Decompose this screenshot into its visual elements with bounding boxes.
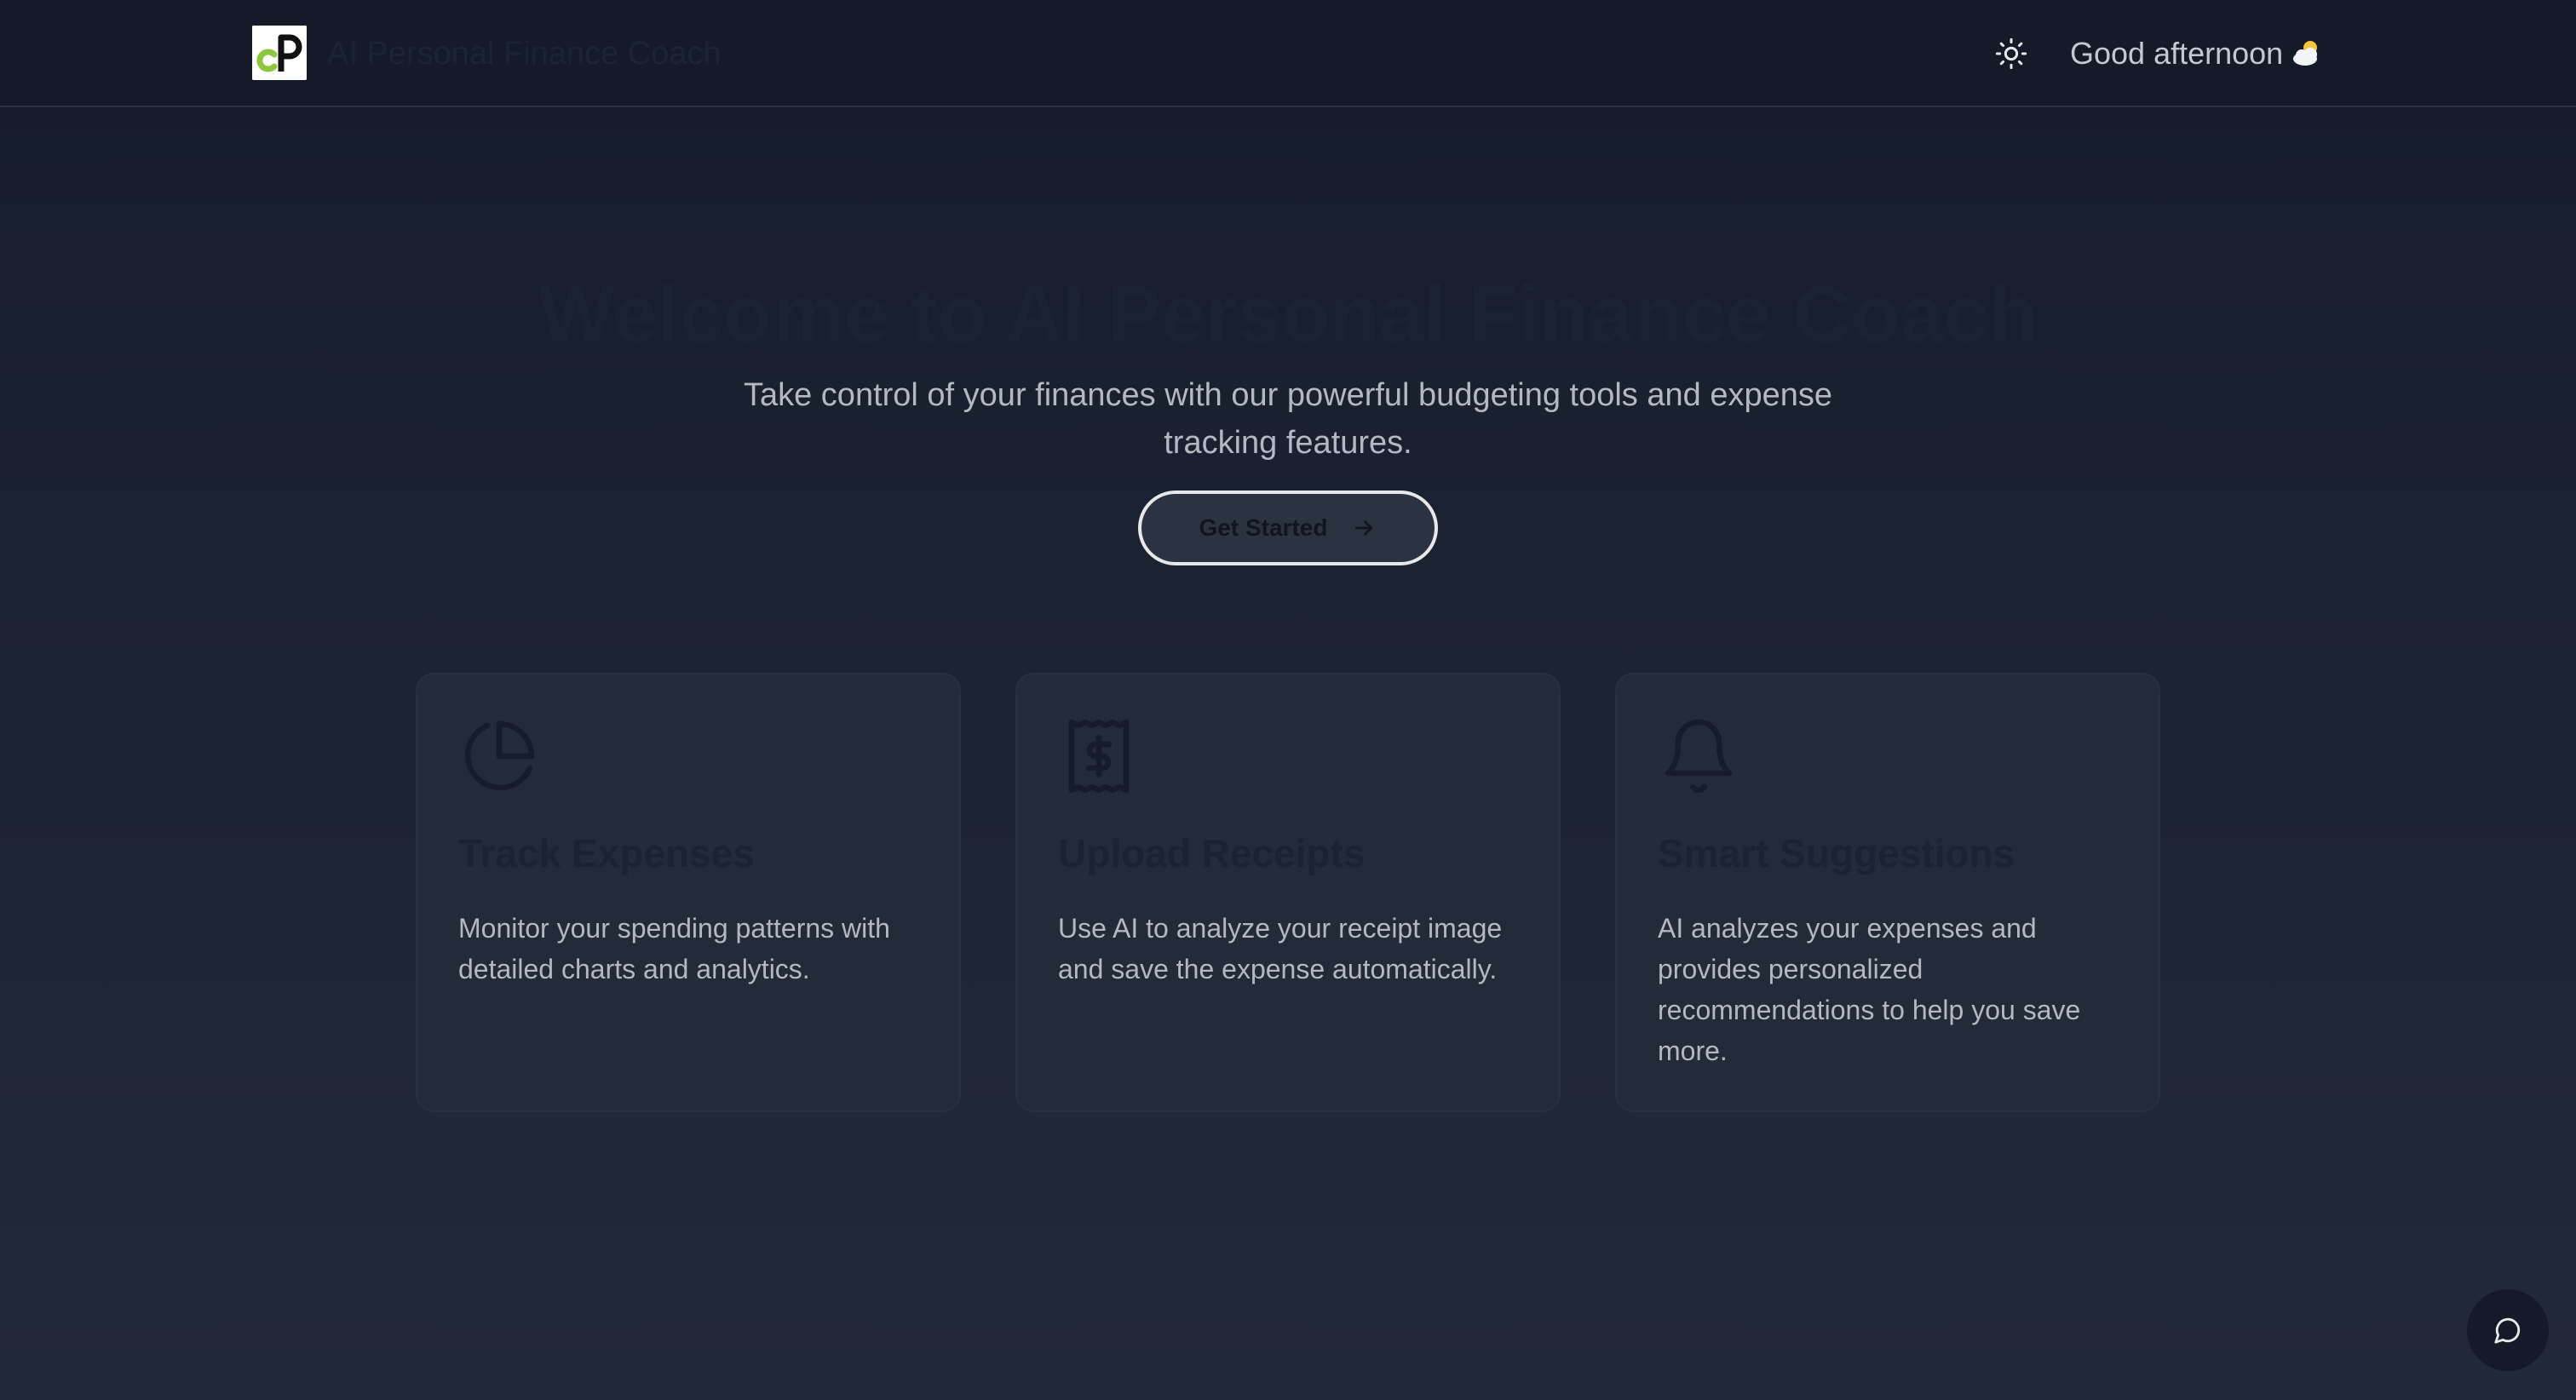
greeting-text: Good afternoon [2070, 36, 2284, 71]
get-started-label: Get Started [1199, 514, 1328, 541]
chat-button[interactable] [2467, 1289, 2549, 1371]
feature-card-track-expenses: Track Expenses Monitor your spending pat… [416, 673, 961, 1112]
feature-title: Upload Receipts [1058, 831, 1366, 875]
feature-title: Smart Suggestions [1658, 831, 2015, 875]
get-started-button[interactable]: Get Started [1138, 491, 1438, 565]
feature-description: Monitor your spending patterns with deta… [458, 913, 890, 984]
arrow-right-icon [1351, 515, 1377, 541]
logo-mark-icon [252, 26, 307, 80]
theme-toggle-button[interactable] [1990, 32, 2033, 75]
feature-card-smart-suggestions: Smart Suggestions AI analyzes your expen… [1615, 673, 2160, 1112]
app-logo[interactable] [252, 26, 307, 80]
sun-behind-cloud-icon [2290, 38, 2324, 69]
bell-icon [1658, 715, 1739, 797]
feature-description: AI analyzes your expenses and provides p… [1658, 913, 2081, 1066]
feature-title: Track Expenses [458, 831, 755, 875]
hero-subtitle: Take control of your finances with our p… [743, 377, 1832, 461]
brand-name[interactable]: AI Personal Finance Coach [327, 34, 722, 73]
hero-title: Welcome to AI Personal Finance Coach [538, 268, 2038, 359]
top-navigation-bar: AI Personal Finance Coach Good afternoon [0, 0, 2576, 107]
receipt-dollar-icon [1058, 715, 1140, 797]
sun-icon [1995, 37, 2027, 70]
greeting: Good afternoon [2070, 32, 2324, 75]
pie-chart-icon [458, 715, 540, 797]
chat-bubble-icon [2494, 1317, 2521, 1344]
feature-card-upload-receipts: Upload Receipts Use AI to analyze your r… [1015, 673, 1561, 1112]
feature-description: Use AI to analyze your receipt image and… [1058, 913, 1503, 984]
